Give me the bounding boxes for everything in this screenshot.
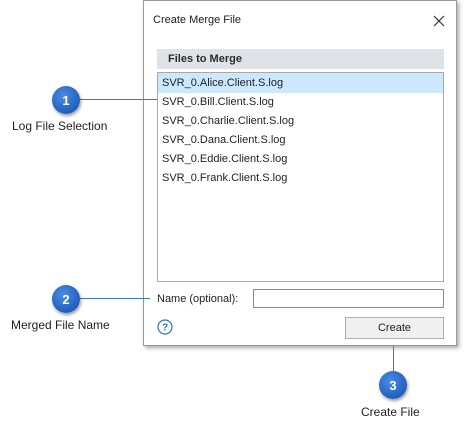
callout-3-leader-line (393, 346, 394, 372)
callout-1-leader-line (80, 99, 157, 100)
files-to-merge-header: Files to Merge (157, 49, 444, 69)
callout-2-badge: 2 (52, 285, 80, 313)
callout-2-leader-line (80, 298, 150, 299)
file-list-item[interactable]: SVR_0.Eddie.Client.S.log (158, 150, 443, 169)
callout-3-badge: 3 (379, 371, 407, 399)
file-list-item[interactable]: SVR_0.Frank.Client.S.log (158, 169, 443, 188)
file-list-item[interactable]: SVR_0.Charlie.Client.S.log (158, 112, 443, 131)
file-list-item[interactable]: SVR_0.Dana.Client.S.log (158, 131, 443, 150)
file-list-item[interactable]: SVR_0.Alice.Client.S.log (158, 73, 443, 93)
create-merge-file-dialog: Create Merge File Files to Merge SVR_0.A… (143, 0, 457, 346)
dialog-title: Create Merge File (153, 14, 242, 26)
callout-2-label: Merged File Name (11, 318, 110, 332)
page: Create Merge File Files to Merge SVR_0.A… (0, 0, 466, 436)
callout-3-label: Create File (361, 405, 420, 419)
dialog-titlebar: Create Merge File (144, 1, 456, 41)
callout-1-badge: 1 (52, 86, 80, 114)
name-label: Name (optional): (157, 293, 239, 305)
close-icon (433, 15, 445, 27)
svg-text:?: ? (162, 323, 168, 334)
file-list[interactable]: SVR_0.Alice.Client.S.log SVR_0.Bill.Clie… (157, 72, 444, 282)
file-list-item[interactable]: SVR_0.Bill.Client.S.log (158, 93, 443, 112)
name-input[interactable] (253, 289, 444, 308)
callout-1-label: Log File Selection (12, 119, 108, 133)
close-button[interactable] (422, 7, 456, 35)
create-button[interactable]: Create (345, 317, 444, 339)
help-icon[interactable]: ? (157, 319, 173, 335)
